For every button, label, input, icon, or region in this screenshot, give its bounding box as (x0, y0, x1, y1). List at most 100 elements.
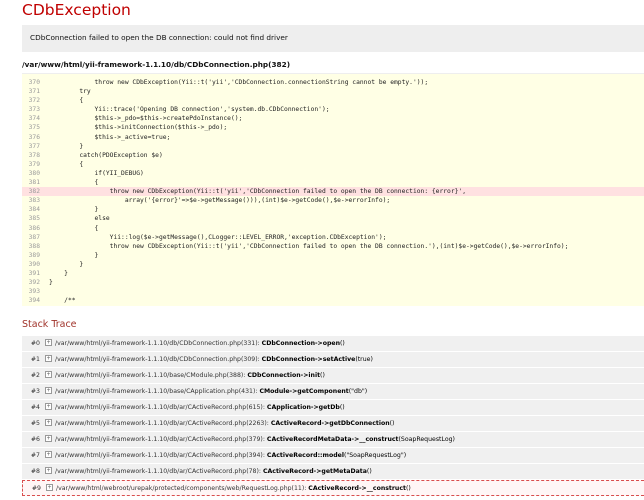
line-number: 392 (28, 279, 40, 287)
trace-call: CModule->getComponent("db") (259, 388, 367, 395)
code-line: 372 { (22, 96, 644, 105)
trace-index: #4 (30, 404, 40, 412)
line-number: 377 (28, 142, 40, 150)
code-text: { (49, 224, 99, 232)
expand-toggle-icon[interactable]: + (45, 466, 52, 474)
line-number: 391 (28, 269, 40, 277)
stack-trace-row[interactable]: #0 +/var/www/html/yii-framework-1.1.10/db… (22, 336, 644, 353)
code-line: 394 /** (22, 296, 644, 305)
trace-file: /var/www/html/yii-framework-1.1.10/base/… (55, 388, 260, 396)
exception-message: CDbConnection failed to open the DB conn… (30, 33, 288, 42)
trace-class: CActiveRecordMetaData->__construct (266, 436, 399, 444)
trace-args: () (405, 485, 411, 493)
trace-file: /var/www/html/yii-framework-1.1.10/db/CD… (55, 340, 262, 347)
trace-class: CDbConnection->setActive (261, 356, 356, 364)
stack-trace-row[interactable]: #7 +/var/www/html/yii-framework-1.1.10/db… (22, 448, 644, 465)
code-text: array('{error}'=>$e->getMessage())),(int… (49, 197, 391, 205)
stack-trace-row[interactable]: #4 +/var/www/html/yii-framework-1.1.10/db… (22, 400, 644, 417)
line-number: 375 (28, 124, 40, 132)
stack-trace-row[interactable]: #1 +/var/www/html/yii-framework-1.1.10/db… (22, 352, 644, 369)
code-line: 380 if(YII_DEBUG) (22, 169, 644, 178)
expand-toggle-icon[interactable]: + (46, 483, 53, 491)
trace-index: #3 (30, 388, 40, 396)
trace-file: /var/www/html/webroot/urepak/protected/c… (56, 485, 309, 493)
code-line: 383 array('{error}'=>$e->getMessage())),… (22, 196, 644, 205)
stack-trace-row[interactable]: #8 +/var/www/html/yii-framework-1.1.10/db… (22, 464, 644, 481)
expand-toggle-icon[interactable]: + (45, 450, 52, 458)
line-number: 371 (28, 88, 40, 96)
code-text: else (49, 215, 110, 223)
code-line: 384 } (22, 205, 644, 214)
trace-class: CApplication->getDb (266, 404, 340, 412)
stack-trace-row[interactable]: #6 +/var/www/html/yii-framework-1.1.10/db… (22, 432, 644, 449)
stack-trace-row-app[interactable]: #9 +/var/www/html/webroot/urepak/protecte… (22, 480, 644, 497)
line-number: 387 (28, 233, 40, 241)
trace-call: CActiveRecord->getDbConnection() (271, 420, 395, 427)
code-line: 387 Yii::log($e->getMessage(),CLogger::L… (22, 233, 644, 242)
code-line-error: 382 throw new CDbException(Yii::t('yii',… (22, 187, 644, 197)
code-line: 377 } (22, 142, 644, 151)
trace-index: #9 (31, 485, 41, 493)
code-text: if(YII_DEBUG) (49, 169, 144, 177)
trace-args: () (366, 468, 372, 476)
expand-toggle-icon[interactable]: + (45, 402, 52, 410)
trace-args: () (389, 420, 395, 428)
line-number: 385 (28, 215, 40, 223)
stack-trace-row[interactable]: #2 +/var/www/html/yii-framework-1.1.10/ba… (22, 368, 644, 385)
code-text: { (49, 179, 99, 187)
trace-class: CModule->getComponent (259, 388, 349, 396)
trace-class: CActiveRecord->__construct (308, 485, 406, 493)
trace-file: /var/www/html/yii-framework-1.1.10/base/… (55, 372, 248, 380)
line-number: 384 (28, 206, 40, 214)
source-code-block: 370 throw new CDbException(Yii::t('yii',… (22, 73, 644, 306)
code-line: 375 $this->initConnection($this->_pdo); (22, 123, 644, 132)
code-text: } (49, 142, 84, 150)
expand-toggle-icon[interactable]: + (45, 354, 52, 362)
trace-class: CDbConnection->open (261, 340, 341, 347)
code-text: /** (49, 297, 76, 305)
line-number: 383 (28, 197, 40, 205)
trace-call: CActiveRecord::model("SoapRequestLog") (267, 452, 406, 459)
trace-index: #6 (30, 436, 40, 444)
line-number: 389 (28, 251, 40, 259)
code-line: 385 else (22, 214, 644, 223)
code-line: 386 { (22, 224, 644, 233)
code-text: Yii::log($e->getMessage(),CLogger::LEVEL… (49, 233, 387, 241)
trace-args: () (320, 372, 325, 380)
expand-toggle-icon[interactable]: + (45, 370, 52, 378)
trace-index: #1 (30, 356, 40, 364)
expand-toggle-icon[interactable]: + (45, 338, 52, 346)
code-text: $this->_pdo=$this->createPdoInstance(); (49, 115, 243, 123)
code-text: throw new CDbException(Yii::t('yii','CDb… (49, 79, 429, 86)
trace-file: /var/www/html/yii-framework-1.1.10/db/ar… (55, 436, 267, 444)
expand-toggle-icon[interactable]: + (45, 418, 52, 426)
line-number: 373 (28, 106, 40, 114)
line-number: 394 (28, 297, 40, 305)
trace-call: CActiveRecord->__construct() (308, 485, 410, 492)
code-line: 378 catch(PDOException $e) (22, 151, 644, 160)
code-text: } (49, 279, 53, 287)
stack-trace-list: #0 +/var/www/html/yii-framework-1.1.10/db… (22, 336, 644, 497)
trace-file: /var/www/html/yii-framework-1.1.10/db/ar… (55, 452, 267, 460)
trace-call: CDbConnection->setActive(true) (262, 356, 373, 363)
code-text: throw new CDbException(Yii::t('yii','CDb… (49, 242, 569, 250)
trace-call: CDbConnection->init() (247, 372, 325, 379)
line-number: 376 (28, 133, 40, 141)
code-text: { (49, 97, 84, 105)
expand-toggle-icon[interactable]: + (45, 434, 52, 442)
stack-trace-row[interactable]: #3 +/var/www/html/yii-framework-1.1.10/ba… (22, 384, 644, 401)
line-number: 390 (28, 260, 40, 268)
trace-args: ("db") (348, 388, 368, 396)
stack-trace-row[interactable]: #5 +/var/www/html/yii-framework-1.1.10/db… (22, 416, 644, 433)
trace-call: CActiveRecord->getMetaData() (263, 468, 372, 475)
line-number: 393 (28, 288, 40, 296)
code-line: 370 throw new CDbException(Yii::t('yii',… (22, 78, 644, 87)
trace-file: /var/www/html/yii-framework-1.1.10/db/CD… (55, 356, 262, 364)
expand-toggle-icon[interactable]: + (45, 386, 52, 394)
line-number: 381 (28, 179, 40, 187)
trace-args: () (339, 404, 345, 412)
code-text: try (49, 88, 91, 96)
trace-args: ("SoapRequestLog") (343, 452, 407, 460)
line-number: 388 (28, 242, 40, 250)
trace-class: CActiveRecord->getMetaData (262, 468, 367, 476)
